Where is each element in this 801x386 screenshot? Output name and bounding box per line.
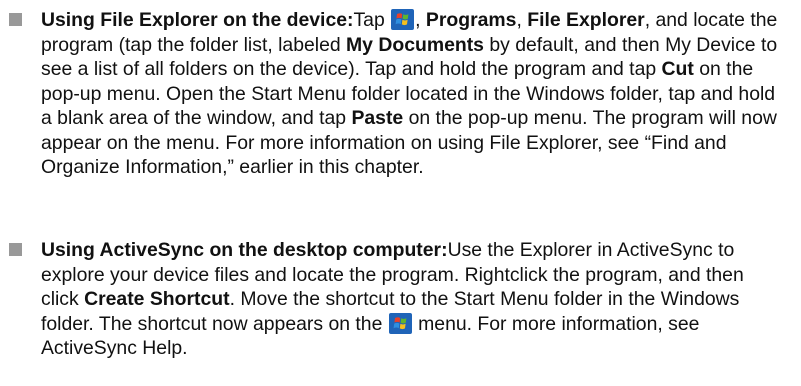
list-item-activesync: Using ActiveSync on the desktop computer…: [0, 238, 801, 361]
list-item-file-explorer: Using File Explorer on the device:Tap , …: [0, 8, 801, 180]
item-lead: Using ActiveSync on the desktop computer…: [41, 239, 448, 261]
list-item-text: Using File Explorer on the device:Tap , …: [41, 8, 786, 180]
item-lead: Using File Explorer on the device:: [41, 9, 354, 31]
bold-term-paste: Paste: [351, 107, 404, 129]
bold-term-file-explorer: File Explorer: [527, 9, 645, 31]
square-bullet: [9, 243, 22, 256]
bold-term-create-shortcut: Create Shortcut: [84, 288, 230, 310]
bold-term-my-documents: My Documents: [346, 33, 484, 56]
bold-term-programs: Programs: [425, 9, 517, 31]
text-segment: ,: [516, 9, 528, 31]
windows-start-icon: [388, 312, 412, 334]
list-item-text: Using ActiveSync on the desktop computer…: [41, 238, 786, 361]
document-page: Using File Explorer on the device:Tap , …: [0, 0, 801, 386]
text-segment: Tap: [353, 9, 391, 31]
square-bullet: [9, 13, 22, 26]
text-segment: ,: [415, 9, 426, 31]
windows-start-icon: [391, 9, 415, 30]
bold-term-cut: Cut: [661, 58, 694, 80]
